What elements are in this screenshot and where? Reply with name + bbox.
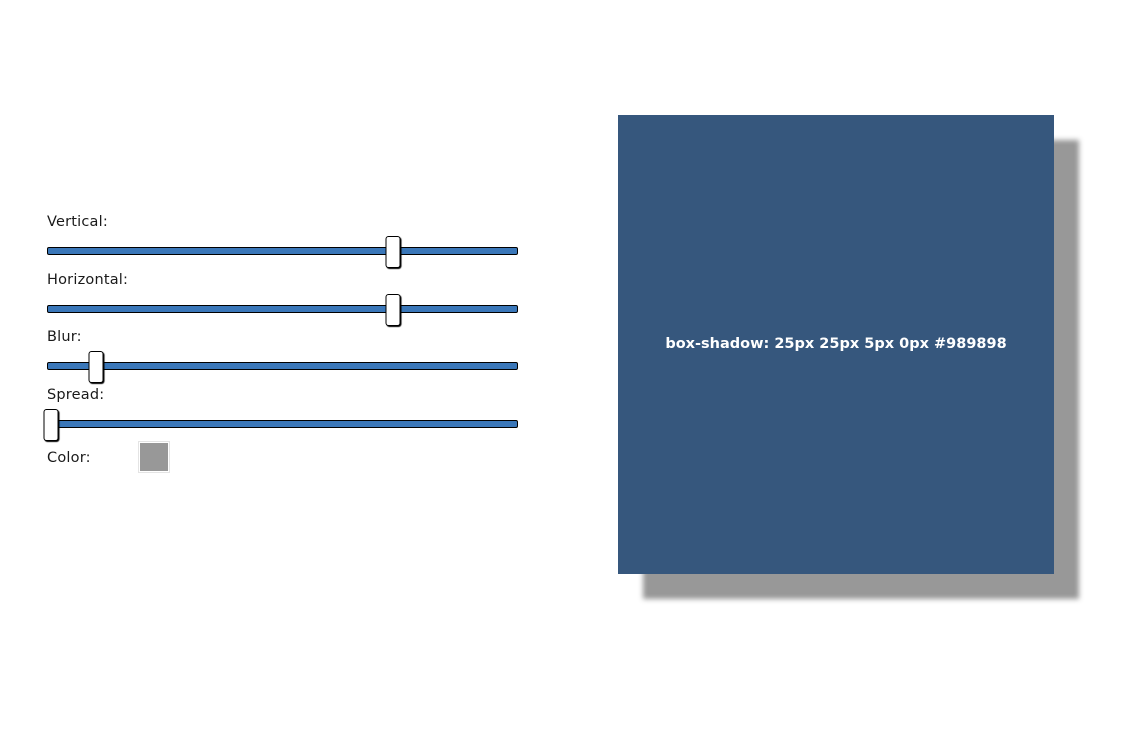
vertical-slider-track[interactable]	[47, 247, 518, 255]
vertical-slider-thumb[interactable]	[385, 236, 400, 268]
blur-slider[interactable]	[47, 351, 518, 383]
spread-control: Spread:	[43, 383, 518, 441]
box-shadow-css-text: box-shadow: 25px 25px 5px 0px #989898	[665, 335, 1007, 352]
spread-slider-track[interactable]	[47, 419, 518, 428]
blur-control: Blur:	[47, 325, 518, 383]
horizontal-label: Horizontal:	[47, 271, 129, 288]
blur-slider-thumb[interactable]	[88, 351, 104, 383]
vertical-slider[interactable]	[47, 236, 518, 268]
spread-slider-thumb[interactable]	[43, 408, 58, 441]
vertical-control: Vertical:	[47, 210, 518, 268]
blur-slider-track[interactable]	[47, 362, 518, 370]
vertical-label: Vertical:	[47, 214, 108, 230]
shadow-preview-box: box-shadow: 25px 25px 5px 0px #989898	[618, 115, 1054, 574]
horizontal-control: Horizontal:	[47, 268, 518, 326]
spread-slider[interactable]	[43, 408, 518, 441]
blur-label: Blur:	[47, 329, 82, 345]
color-swatch-fill[interactable]	[140, 443, 168, 471]
shadow-controls-panel: Vertical: Horizontal: Blur: Spread: Colo…	[43, 210, 518, 480]
color-picker[interactable]	[138, 441, 170, 473]
horizontal-slider-track[interactable]	[47, 304, 518, 313]
color-control: Color:	[47, 440, 518, 480]
horizontal-slider[interactable]	[47, 293, 518, 326]
spread-label: Spread:	[47, 386, 105, 403]
horizontal-slider-thumb[interactable]	[385, 293, 400, 326]
color-label: Color:	[47, 450, 91, 466]
